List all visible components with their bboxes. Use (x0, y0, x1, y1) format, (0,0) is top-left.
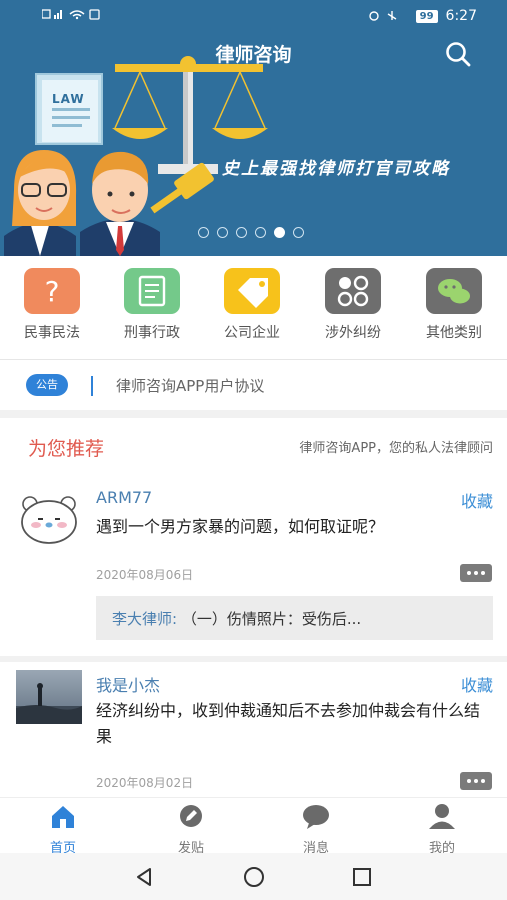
post-item[interactable]: 我是小杰 收藏 经济纠纷中，收到仲裁通知后不去参加仲裁会有什么结果 2020年0… (0, 664, 507, 796)
divider (0, 656, 507, 662)
divider (0, 359, 507, 360)
back-icon[interactable] (132, 865, 156, 889)
page-title: 律师咨询 (215, 44, 292, 66)
post-author[interactable]: 我是小杰 (96, 672, 160, 696)
post-date: 2020年08月02日 (96, 776, 194, 790)
category-item[interactable]: 涉外纠纷 (303, 268, 403, 342)
tab-home[interactable]: 首页 (23, 802, 103, 856)
category-item[interactable]: 公司企业 (202, 268, 302, 342)
avatar[interactable] (16, 670, 82, 724)
wechat-icon (426, 268, 482, 314)
dot-icon (481, 779, 485, 783)
law-book-label: LAW (52, 92, 85, 106)
person-icon (429, 804, 455, 829)
category-label: 民事民法 (24, 325, 80, 341)
lawyer-reply[interactable]: 李大律师: （一）伤情照片：受伤后... (96, 596, 493, 640)
category-label: 公司企业 (224, 325, 280, 341)
more-options-button[interactable] (460, 564, 492, 582)
document-icon (124, 268, 180, 314)
woman-lawyer-avatar (4, 150, 77, 256)
photo-avatar-icon (16, 670, 82, 724)
avatar[interactable] (16, 492, 82, 546)
reply-author: 李大律师: (112, 610, 178, 628)
post-author[interactable]: ARM77 (96, 488, 152, 507)
home-circle-icon[interactable] (242, 865, 266, 889)
recents-icon[interactable] (350, 865, 374, 889)
post-question[interactable]: 经济纠纷中，收到仲裁通知后不去参加仲裁会有什么结果 (96, 698, 490, 750)
dot-icon (474, 571, 478, 575)
dot-icon (481, 571, 485, 575)
system-nav-bar (0, 853, 507, 900)
category-item[interactable]: ? 民事民法 (2, 268, 102, 342)
reply-text: （一）伤情照片：受伤后... (181, 610, 362, 628)
post-item[interactable]: ARM77 收藏 遇到一个男方家暴的问题，如何取证呢？ 2020年08月06日 … (0, 478, 507, 654)
compose-icon (180, 805, 202, 827)
post-question[interactable]: 遇到一个男方家暴的问题，如何取证呢？ (96, 514, 490, 540)
banner-slogan: 史上最强找律师打官司攻略 (222, 159, 450, 179)
tab-chat[interactable]: 消息 (276, 802, 356, 856)
favorite-button[interactable]: 收藏 (461, 672, 493, 696)
grid-icon (325, 268, 381, 314)
tag-icon (224, 268, 280, 314)
dot-icon (474, 779, 478, 783)
banner-illustration (4, 56, 268, 256)
carousel-dot[interactable] (274, 227, 285, 238)
dot-icon (467, 571, 471, 575)
category-label: 涉外纠纷 (325, 325, 381, 341)
section-gap (0, 410, 507, 418)
recommend-title: 为您推荐 (28, 438, 105, 460)
category-item[interactable]: 刑事行政 (102, 268, 202, 342)
more-options-button[interactable] (460, 772, 492, 790)
notice-text[interactable]: 律师咨询APP用户协议 (116, 375, 264, 396)
chat-icon (303, 805, 329, 829)
recommend-subtitle: 律师咨询APP，您的私人法律顾问 (299, 441, 493, 456)
favorite-button[interactable]: 收藏 (461, 488, 493, 512)
question-icon: ? (24, 268, 80, 314)
category-item[interactable]: 其他类别 (404, 268, 504, 342)
man-lawyer-avatar (80, 151, 160, 256)
bear-avatar-icon (16, 492, 82, 546)
svg-text:?: ? (45, 275, 60, 308)
bottom-tab-bar: 首页 发贴 消息 我的 (0, 797, 507, 856)
tab-compose[interactable]: 发贴 (151, 802, 231, 856)
home-icon (52, 806, 74, 828)
tab-person[interactable]: 我的 (402, 802, 482, 856)
carousel-dot[interactable] (198, 227, 209, 238)
category-label: 其他类别 (426, 325, 482, 341)
dot-icon (467, 779, 471, 783)
notice-badge: 公告 (26, 374, 68, 396)
carousel-dot[interactable] (293, 227, 304, 238)
carousel-dot[interactable] (255, 227, 266, 238)
banner[interactable]: 99 6:27 LAW 律师咨询 史上最强找律师打官司攻略 (0, 0, 507, 256)
search-icon (446, 42, 471, 67)
notice-separator (91, 376, 93, 396)
carousel-dot[interactable] (217, 227, 228, 238)
law-book-icon (35, 73, 103, 145)
category-grid: ? 民事民法 刑事行政 公司企业 涉外纠纷 其他类别 (0, 268, 507, 348)
carousel-indicator[interactable] (198, 227, 304, 238)
notice-bar[interactable]: 公告 律师咨询APP用户协议 (0, 364, 507, 410)
carousel-dot[interactable] (236, 227, 247, 238)
category-label: 刑事行政 (124, 325, 180, 341)
search-button[interactable] (442, 38, 474, 70)
post-date: 2020年08月06日 (96, 568, 194, 582)
